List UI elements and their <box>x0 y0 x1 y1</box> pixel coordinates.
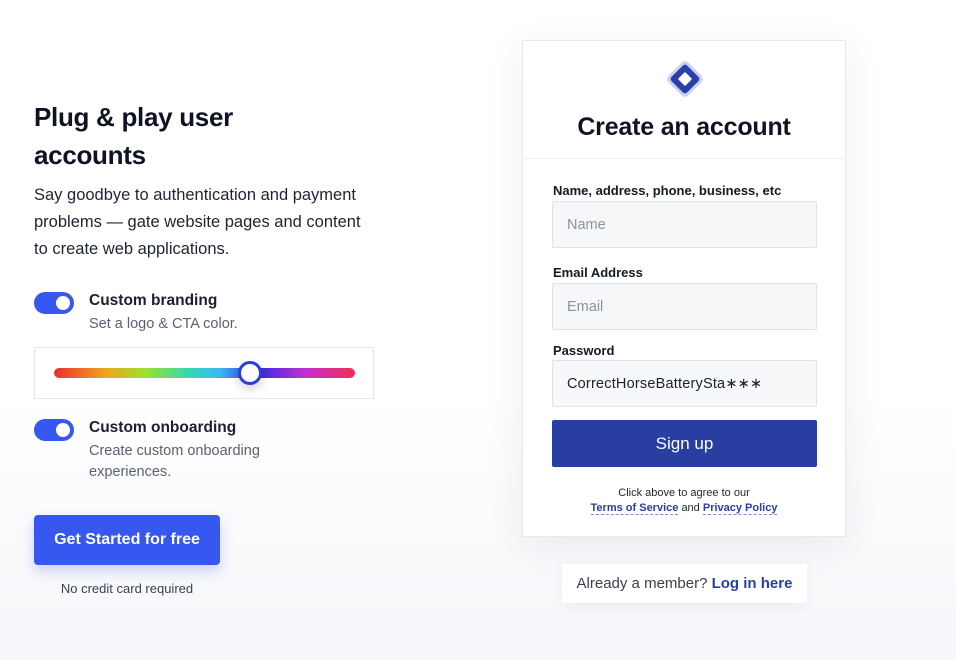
feature-title: Custom onboarding <box>89 419 237 436</box>
log-in-link[interactable]: Log in here <box>712 575 793 592</box>
color-slider-box <box>34 347 374 399</box>
email-field-label: Email Address <box>553 265 643 280</box>
feature-text: Custom branding Set a logo & CTA color. <box>89 291 319 335</box>
card-header: Create an account <box>523 41 845 159</box>
no-credit-card-note: No credit card required <box>60 581 194 596</box>
hero-section: Plug & play user accounts Say goodbye to… <box>34 98 394 596</box>
password-field-label: Password <box>553 343 615 358</box>
toggle-knob <box>56 296 70 310</box>
feature-description: Create custom onboarding experiences. <box>89 443 260 480</box>
password-input[interactable] <box>552 360 817 407</box>
custom-onboarding-toggle[interactable] <box>34 419 74 441</box>
hero-headline: Plug & play user accounts <box>34 102 233 170</box>
get-started-button[interactable]: Get Started for free <box>34 515 220 565</box>
feature-custom-branding: Custom branding Set a logo & CTA color. <box>34 291 319 335</box>
email-input[interactable] <box>552 283 817 330</box>
login-prompt: Already a member? Log in here <box>562 564 807 603</box>
card-title: Create an account <box>577 113 791 141</box>
signup-card: Create an account Name, address, phone, … <box>522 40 846 537</box>
custom-branding-toggle[interactable] <box>34 292 74 314</box>
legal-prefix: Click above to agree to our <box>618 487 750 499</box>
legal-links: Terms of Service and Privacy Policy <box>523 501 845 516</box>
color-slider-track[interactable] <box>54 368 355 378</box>
sign-up-button[interactable]: Sign up <box>552 420 817 467</box>
terms-of-service-link[interactable]: Terms of Service <box>590 502 679 515</box>
feature-title: Custom branding <box>89 292 218 309</box>
name-input[interactable] <box>552 201 817 248</box>
diamond-logo-icon <box>667 61 703 97</box>
feature-text: Custom onboarding Create custom onboardi… <box>89 418 319 483</box>
login-prompt-text: Already a member? <box>576 575 708 592</box>
legal-notice: Click above to agree to our Terms of Ser… <box>523 486 845 516</box>
privacy-policy-link[interactable]: Privacy Policy <box>702 502 778 515</box>
legal-and: and <box>681 502 700 514</box>
hero-subtext: Say goodbye to authentication and paymen… <box>34 186 361 258</box>
feature-description: Set a logo & CTA color. <box>89 316 238 332</box>
toggle-knob <box>56 423 70 437</box>
feature-custom-onboarding: Custom onboarding Create custom onboardi… <box>34 418 319 483</box>
color-slider-thumb[interactable] <box>237 361 262 385</box>
name-field-label: Name, address, phone, business, etc <box>553 183 782 198</box>
